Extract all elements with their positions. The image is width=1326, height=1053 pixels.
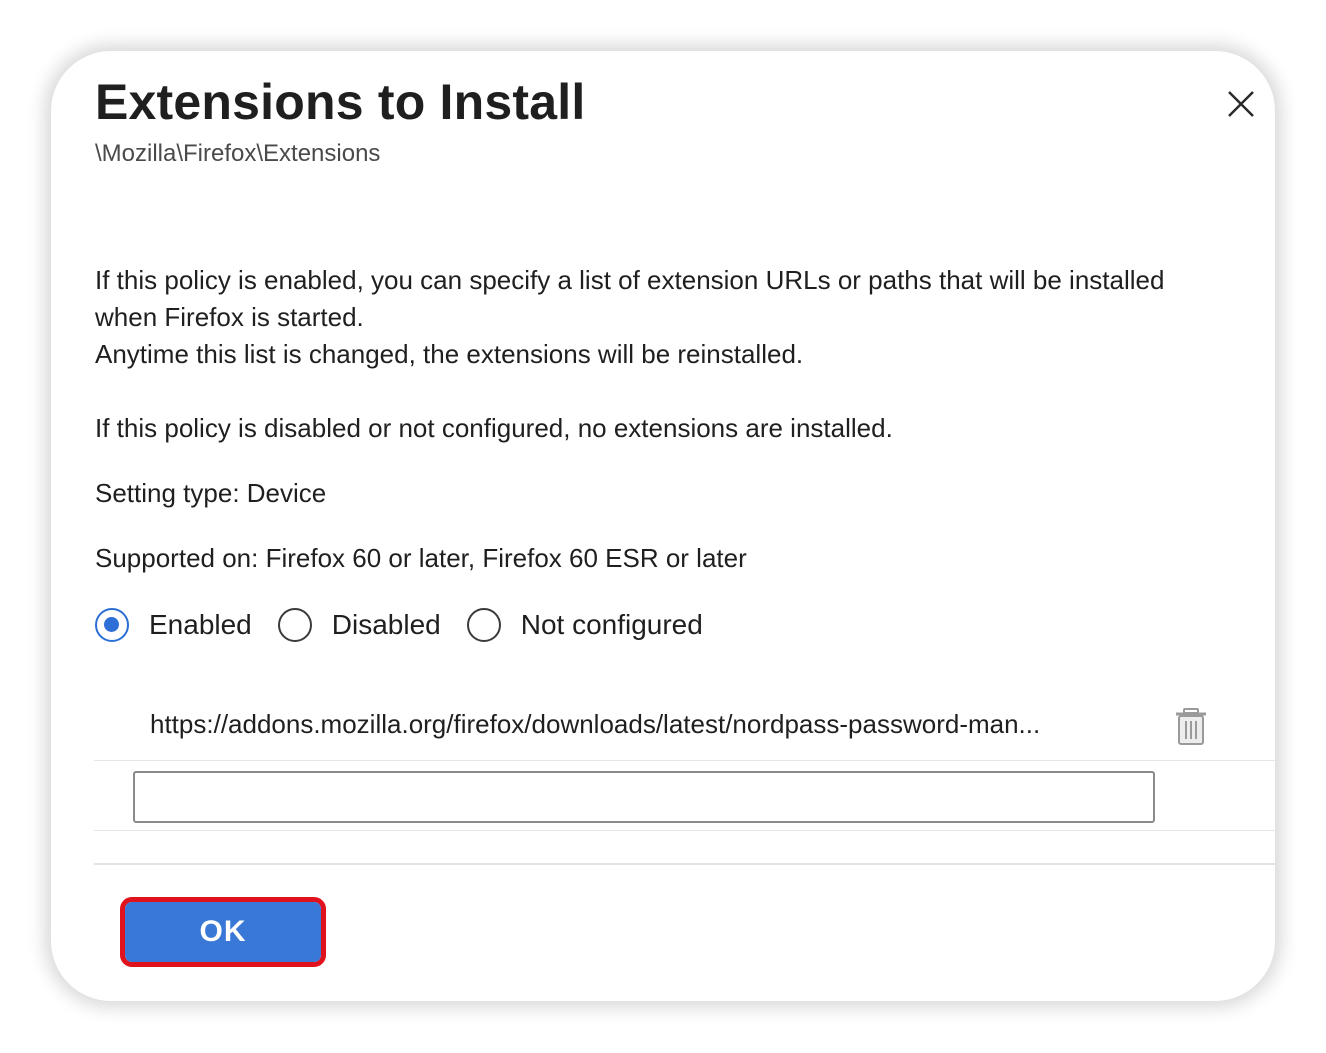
ok-button[interactable]: OK [125, 902, 321, 962]
radio-not-configured-label: Not configured [520, 609, 703, 640]
radio-not-configured-indicator[interactable] [466, 608, 501, 642]
description-line-1: If this policy is enabled, you can speci… [95, 265, 1165, 295]
radio-enabled[interactable]: Enabled [95, 608, 252, 642]
close-button[interactable] [1221, 84, 1261, 124]
delete-button[interactable] [1173, 707, 1209, 747]
supported-on: Supported on: Firefox 60 or later, Firef… [95, 543, 747, 573]
radio-not-configured[interactable]: Not configured [466, 608, 703, 642]
footer-divider [94, 863, 1275, 865]
description-line-3: Anytime this list is changed, the extens… [95, 339, 804, 369]
close-icon [1228, 91, 1254, 117]
description-line-4: If this policy is disabled or not config… [95, 413, 893, 443]
description-line-2: when Firefox is started. [95, 302, 364, 332]
trash-icon [1176, 708, 1206, 745]
dialog-title: Extensions to Install [95, 74, 586, 130]
policy-dialog: Extensions to Install \Mozilla\Firefox\E… [51, 51, 1275, 1001]
radio-enabled-indicator[interactable] [95, 608, 129, 642]
extension-url-input[interactable] [133, 771, 1155, 823]
radio-disabled-label: Disabled [331, 609, 441, 640]
setting-type: Setting type: Device [95, 478, 327, 508]
new-extension-row [94, 761, 1275, 831]
policy-path: \Mozilla\Firefox\Extensions [95, 140, 381, 167]
radio-disabled[interactable]: Disabled [277, 608, 441, 642]
extension-url: https://addons.mozilla.org/firefox/downl… [150, 709, 1041, 739]
state-radio-group: Enabled Disabled Not configured [95, 605, 729, 645]
radio-disabled-indicator[interactable] [277, 608, 312, 642]
list-item: https://addons.mozilla.org/firefox/downl… [94, 691, 1275, 761]
radio-enabled-label: Enabled [149, 609, 252, 640]
